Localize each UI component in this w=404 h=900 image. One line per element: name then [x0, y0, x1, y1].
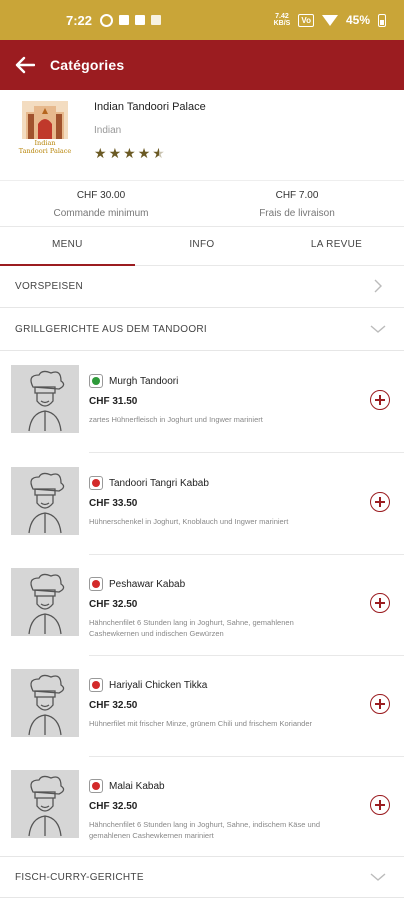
logo-text-line2: Tandoori Palace: [18, 147, 72, 155]
notification-square-icon: [135, 15, 146, 25]
nonveg-indicator-icon: [89, 779, 103, 793]
item-description: Hühnerschenkel in Joghurt, Knoblauch und…: [89, 517, 289, 526]
tab-info[interactable]: INFO: [135, 227, 270, 265]
menu-item[interactable]: Malai Kabab CHF 32.50 Hähnchenfilet 6 Stun…: [0, 757, 404, 858]
nonveg-indicator-icon: [89, 476, 103, 490]
notification-square-icon: [119, 15, 130, 25]
back-arrow-icon[interactable]: [14, 54, 36, 76]
tab-bar: MENU INFO LA REVUE: [0, 226, 404, 266]
net-speed: 7.42 KB/S: [274, 13, 291, 27]
item-description: Hähnchenfilet 6 Stunden lang in Joghurt,…: [89, 820, 320, 840]
category-label: VORSPEISEN: [15, 281, 84, 292]
half-star-icon: ★: [152, 145, 165, 161]
status-right: 7.42 KB/S Vo 45%: [274, 0, 386, 40]
veg-indicator-icon: [89, 374, 103, 388]
item-header: Peshawar Kabab: [89, 577, 185, 591]
gallery-icon: [151, 15, 162, 25]
add-item-button[interactable]: [370, 694, 390, 714]
chevron-down-icon: [370, 325, 386, 333]
tab-menu[interactable]: MENU: [0, 227, 135, 266]
item-price: CHF 31.50: [89, 396, 138, 407]
net-speed-value: 7.42: [275, 13, 289, 20]
item-name: Peshawar Kabab: [109, 578, 186, 590]
whatsapp-icon: [100, 13, 114, 27]
item-header: Murgh Tandoori: [89, 374, 178, 388]
star-icon: ★: [108, 145, 122, 161]
category-grill[interactable]: GRILLGERICHTE AUS DEM TANDOORI: [0, 309, 404, 351]
chevron-down-icon: [370, 873, 386, 881]
item-description: zartes Hühnerfleisch in Joghurt und Ingw…: [89, 415, 263, 424]
menu-item[interactable]: Hariyali Chicken Tikka CHF 32.50 Hühnerfil…: [0, 656, 404, 757]
item-description: Hähnchenfilet 6 Stunden lang in Joghurt,…: [89, 618, 294, 638]
rating-stars: ★ ★ ★ ★ ★: [94, 146, 165, 160]
item-name: Tandoori Tangri Kabab: [109, 477, 209, 489]
delivery-fee: CHF 7.00 Frais de livraison: [196, 190, 398, 219]
item-price: CHF 32.50: [89, 700, 138, 711]
notification-icons: [100, 13, 162, 27]
category-vorspeisen[interactable]: VORSPEISEN: [0, 266, 404, 308]
restaurant-header: Indian Tandoori Palace Indian Tandoori P…: [0, 90, 404, 180]
item-description: Hühnerfilet mit frischer Minze, grünem C…: [89, 719, 313, 728]
item-header: Hariyali Chicken Tikka: [89, 678, 207, 692]
order-stats: CHF 30.00 Commande minimum CHF 7.00 Frai…: [0, 180, 404, 226]
add-item-button[interactable]: [370, 390, 390, 410]
star-icon: ★: [123, 145, 136, 161]
chevron-right-icon: [374, 279, 382, 293]
restaurant-cuisine: Indian: [94, 125, 122, 136]
menu-item[interactable]: Peshawar Kabab CHF 32.50 Hähnchenfilet 6 S…: [0, 555, 404, 656]
restaurant-name: Indian Tandoori Palace: [94, 101, 206, 113]
item-price: CHF 33.50: [89, 498, 138, 509]
nonveg-indicator-icon: [89, 678, 103, 692]
min-order: CHF 30.00 Commande minimum: [0, 190, 202, 219]
add-item-button[interactable]: [370, 593, 390, 613]
star-icon: ★: [94, 145, 107, 161]
volte-icon: Vo: [298, 13, 314, 27]
app-bar: Catégories: [0, 40, 404, 90]
min-order-value: CHF 30.00: [76, 190, 126, 201]
item-price: CHF 32.50: [89, 599, 138, 610]
page-title: Catégories: [50, 57, 125, 73]
battery-icon: [378, 13, 386, 27]
chef-placeholder-icon: [11, 568, 79, 636]
status-time: 7:22: [66, 12, 93, 28]
chef-placeholder-icon: [11, 669, 79, 737]
item-name: Hariyali Chicken Tikka: [109, 679, 208, 691]
add-item-button[interactable]: [370, 795, 390, 815]
item-header: Malai Kabab: [89, 779, 165, 793]
menu-item[interactable]: Tandoori Tangri Kabab CHF 33.50 Hühnersche…: [0, 454, 404, 555]
add-item-button[interactable]: [370, 492, 390, 512]
status-bar: 7:22 7.42 KB/S Vo 45%: [0, 0, 404, 40]
category-label: FISCH-CURRY-GERICHTE: [15, 871, 144, 883]
nonveg-indicator-icon: [89, 577, 103, 591]
chef-placeholder-icon: [11, 365, 79, 433]
delivery-fee-label: Frais de livraison: [259, 208, 335, 219]
restaurant-logo: Indian Tandoori Palace: [16, 98, 74, 160]
item-header: Tandoori Tangri Kabab: [89, 476, 209, 490]
wifi-icon: [321, 14, 338, 26]
category-fisch[interactable]: FISCH-CURRY-GERICHTE: [0, 856, 404, 898]
logo-text-line1: Indian: [34, 139, 56, 147]
item-name: Murgh Tandoori: [109, 375, 179, 387]
battery-percent: 45%: [345, 13, 370, 27]
chef-placeholder-icon: [11, 770, 79, 838]
star-icon: ★: [137, 145, 151, 161]
item-name: Malai Kabab: [109, 780, 165, 792]
item-price: CHF 32.50: [89, 801, 138, 812]
net-speed-unit: KB/S: [273, 20, 291, 27]
menu-item[interactable]: Murgh Tandoori CHF 31.50 zartes Hühnerflei…: [0, 352, 404, 453]
min-order-label: Commande minimum: [53, 208, 149, 219]
chef-placeholder-icon: [11, 467, 79, 535]
delivery-fee-value: CHF 7.00: [275, 190, 319, 201]
category-label: GRILLGERICHTE AUS DEM TANDOORI: [15, 324, 207, 335]
tab-reviews[interactable]: LA REVUE: [269, 227, 404, 265]
divider: [89, 452, 404, 453]
